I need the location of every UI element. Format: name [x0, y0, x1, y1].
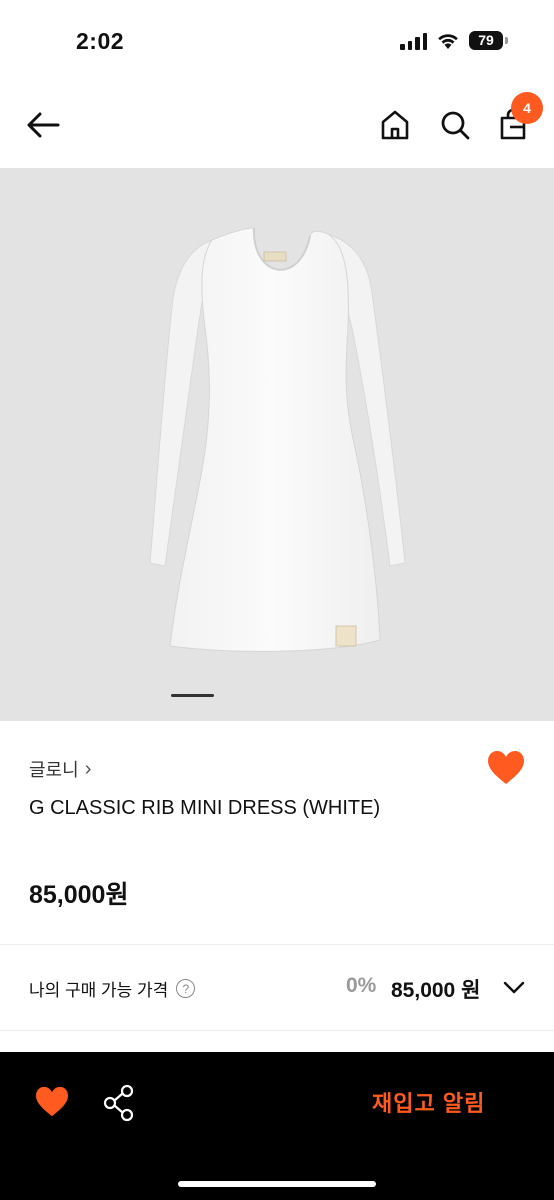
chevron-right-icon: › — [84, 757, 92, 780]
share-button[interactable] — [102, 1084, 136, 1122]
heart-icon — [36, 1086, 68, 1117]
home-button[interactable] — [374, 104, 416, 146]
product-name: G CLASSIC RIB MINI DRESS (WHITE) — [29, 797, 381, 819]
home-icon — [381, 110, 409, 140]
bottom-action-bar: 재입고 알림 — [0, 1052, 554, 1200]
product-price: 85,000원 — [29, 881, 129, 909]
back-arrow-icon — [27, 112, 60, 138]
status-time: 2:02 — [76, 28, 125, 54]
restock-alert-button[interactable]: 재입고 알림 — [372, 1086, 485, 1118]
brand-link[interactable]: 글로니 › — [29, 756, 91, 782]
help-icon[interactable]: ? — [176, 979, 196, 998]
battery-icon: 79 — [469, 31, 508, 50]
buy-price-label: 나의 구매 가능 가격 — [29, 981, 169, 1000]
status-bar: 2:02 79 — [0, 0, 554, 84]
discount-rate: 0% — [346, 974, 377, 997]
chevron-down-icon[interactable] — [502, 976, 526, 1000]
divider — [0, 944, 554, 945]
signal-icon — [400, 32, 427, 50]
divider — [0, 1030, 554, 1031]
share-icon — [103, 1084, 134, 1122]
wifi-icon — [438, 33, 458, 49]
status-icons: 79 — [400, 31, 508, 50]
top-navigation — [0, 84, 554, 168]
back-button[interactable] — [22, 104, 64, 146]
buy-price-value: 85,000 원 — [391, 979, 481, 1002]
battery-level: 79 — [469, 31, 503, 50]
my-buy-price-row[interactable]: 나의 구매 가능 가격 ? 0% 85,000 원 — [0, 946, 554, 1030]
brand-name: 글로니 — [29, 760, 79, 780]
home-indicator — [178, 1181, 376, 1187]
cart-count-badge: 4 — [511, 92, 543, 124]
like-button[interactable] — [486, 750, 526, 786]
heart-icon — [488, 751, 524, 784]
buy-price-label-group: 나의 구매 가능 가격 ? — [29, 976, 196, 1001]
search-button[interactable] — [434, 104, 476, 146]
product-image — [149, 227, 406, 652]
search-icon — [441, 111, 470, 140]
bottom-like-button[interactable] — [34, 1086, 70, 1118]
carousel-indicator — [171, 694, 214, 697]
product-image-carousel[interactable] — [0, 168, 554, 721]
